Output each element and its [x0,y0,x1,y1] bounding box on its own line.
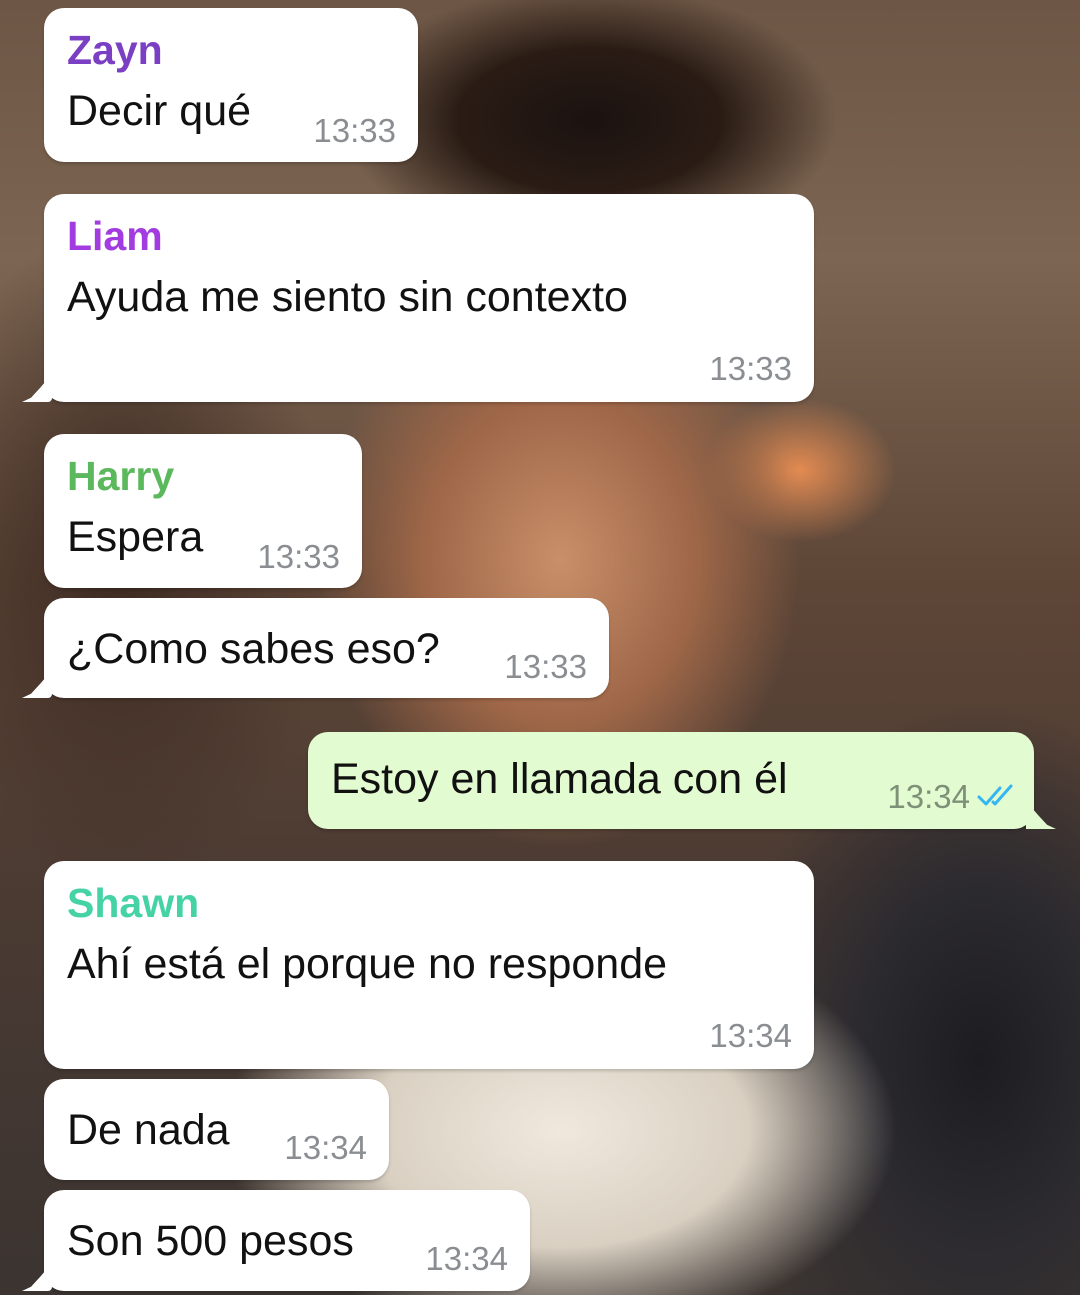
sender-name-zayn[interactable]: Zayn [67,30,163,71]
message-time: 13:33 [504,648,587,685]
message-text: Decir qué [67,87,252,135]
message-text: Espera [67,513,204,561]
message-bubble-shawn-followup-1[interactable]: De nada 13:34 [44,1079,389,1180]
message-bubble-outgoing[interactable]: Estoy en llamada con él 13:34 [308,732,1034,829]
message-text: ¿Como sabes eso? [67,625,440,673]
message-bubble-harry-followup[interactable]: ¿Como sabes eso? 13:33 [44,598,609,698]
message-time: 13:33 [709,350,792,387]
message-bubble-liam[interactable]: Liam Ayuda me siento sin contexto 13:33 [44,194,814,402]
sender-name-harry[interactable]: Harry [67,456,174,497]
message-bubble-shawn[interactable]: Shawn Ahí está el porque no responde 13:… [44,861,814,1069]
chat-message-list[interactable]: Zayn Decir qué 13:33 Liam Ayuda me sient… [0,0,1080,1295]
message-time: 13:34 [284,1129,367,1166]
message-text: Ayuda me siento sin contexto [67,273,628,321]
message-text: Son 500 pesos [67,1217,354,1265]
sender-name-shawn[interactable]: Shawn [67,883,199,924]
message-time: 13:34 [887,778,970,815]
message-time: 13:34 [425,1240,508,1277]
message-time: 13:33 [257,538,340,575]
message-bubble-shawn-followup-2[interactable]: Son 500 pesos 13:34 [44,1190,530,1291]
message-time: 13:33 [313,112,396,149]
message-text: Estoy en llamada con él [331,755,788,803]
message-text: De nada [67,1106,230,1154]
message-time: 13:34 [709,1017,792,1054]
message-bubble-harry[interactable]: Harry Espera 13:33 [44,434,362,588]
double-check-read-icon [977,784,1013,806]
message-text: Ahí está el porque no responde [67,940,668,988]
message-bubble-zayn[interactable]: Zayn Decir qué 13:33 [44,8,418,162]
sender-name-liam[interactable]: Liam [67,216,163,257]
